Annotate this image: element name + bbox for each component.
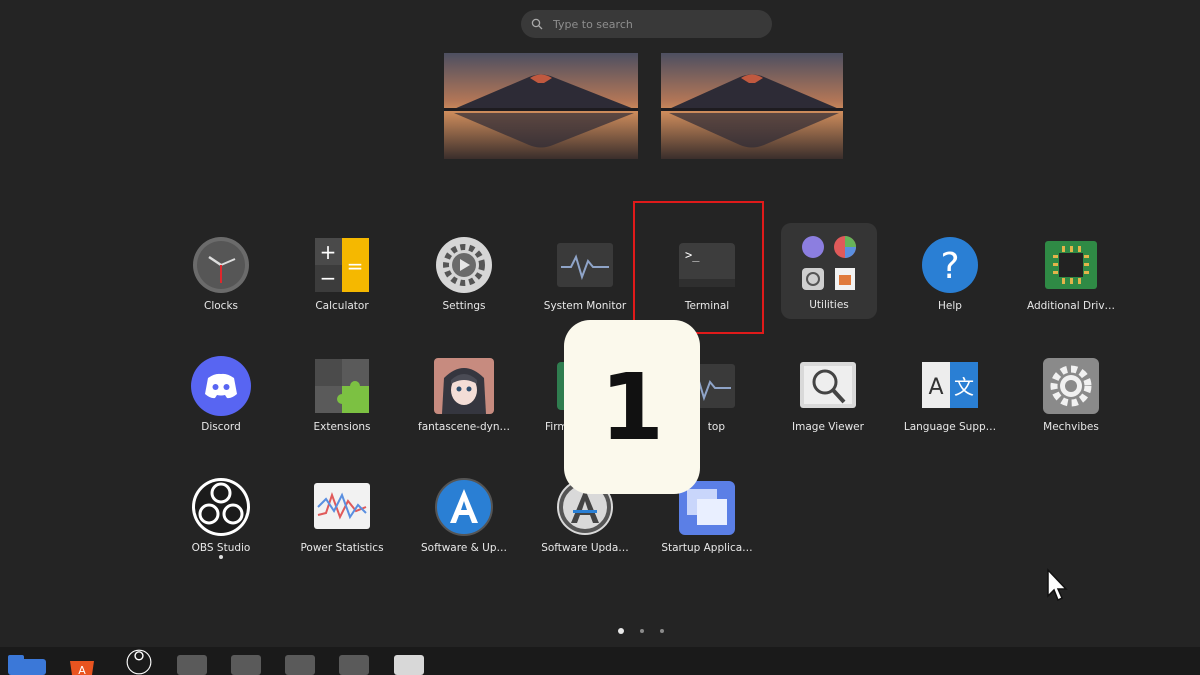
- calculator-icon: + − =: [315, 238, 369, 292]
- workspace-thumbnail-2[interactable]: [661, 53, 843, 159]
- app-calculator[interactable]: + − = Calculator: [282, 224, 402, 324]
- mechvibes-gear-icon: [1043, 358, 1099, 414]
- app-label: Calculator: [315, 300, 369, 312]
- generic-app-icon[interactable]: [177, 655, 207, 675]
- app-extensions[interactable]: Extensions: [282, 345, 402, 445]
- obs-icon[interactable]: [116, 649, 162, 675]
- search-bar[interactable]: [521, 10, 772, 38]
- app-label: Discord: [201, 421, 241, 433]
- app-folder-utilities[interactable]: Utilities: [781, 223, 877, 319]
- app-label: Help: [938, 300, 962, 312]
- step-number-badge: 1: [564, 320, 700, 494]
- app-label: OBS Studio: [191, 542, 251, 554]
- puzzle-icon: [315, 359, 369, 413]
- dock: A: [0, 647, 1200, 675]
- app-label: Startup Applica…: [661, 542, 753, 554]
- clock-icon: [193, 237, 249, 293]
- app-software-updates[interactable]: Software & Up…: [404, 466, 524, 566]
- svg-text:文: 文: [954, 375, 974, 399]
- app-power-statistics[interactable]: Power Statistics: [282, 466, 402, 566]
- generic-app-icon[interactable]: [339, 655, 369, 675]
- generic-app-icon[interactable]: [285, 655, 315, 675]
- app-obs-studio[interactable]: OBS Studio: [161, 466, 281, 566]
- software-sources-icon: [435, 478, 493, 536]
- help-icon: ?: [922, 237, 978, 293]
- app-label: Extensions: [313, 421, 371, 433]
- app-label: Mechvibes: [1043, 421, 1099, 433]
- app-settings[interactable]: Settings: [404, 224, 524, 324]
- language-icon: A 文: [922, 362, 978, 408]
- gear-icon: [436, 237, 492, 293]
- app-center-icon[interactable]: A: [66, 655, 98, 675]
- app-system-monitor[interactable]: System Monitor: [525, 224, 645, 324]
- app-discord[interactable]: Discord: [161, 345, 281, 445]
- page-dot-1[interactable]: [618, 628, 624, 634]
- workspace-thumbnail-1[interactable]: [444, 53, 638, 159]
- app-label: top: [707, 421, 725, 433]
- svg-text:A: A: [928, 375, 943, 400]
- app-label: Additional Driv…: [1026, 300, 1116, 312]
- files-icon[interactable]: [8, 655, 48, 675]
- chip-icon: [1045, 241, 1097, 289]
- app-help[interactable]: ? Help: [890, 224, 1010, 324]
- page-indicator: [618, 628, 664, 634]
- app-additional-drivers[interactable]: Additional Driv…: [1011, 224, 1131, 324]
- search-input[interactable]: [551, 16, 755, 32]
- app-image-viewer[interactable]: Image Viewer: [768, 345, 888, 445]
- svg-text:−: −: [320, 266, 337, 290]
- app-label: Utilities: [809, 299, 849, 311]
- obs-icon: [192, 478, 250, 536]
- page-dot-3[interactable]: [660, 629, 664, 633]
- app-label: Power Statistics: [300, 542, 384, 554]
- generic-app-icon[interactable]: [231, 655, 261, 675]
- system-monitor-icon: [557, 243, 613, 287]
- generic-app-icon[interactable]: [394, 655, 424, 675]
- app-label: Settings: [442, 300, 486, 312]
- image-viewer-icon: [800, 362, 856, 408]
- discord-icon: [191, 356, 251, 416]
- app-mechvibes[interactable]: Mechvibes: [1011, 345, 1131, 445]
- running-indicator: [219, 555, 223, 559]
- app-label: Software & Up…: [421, 542, 507, 554]
- app-label: fantascene-dyn…: [418, 421, 510, 433]
- power-stats-icon: [314, 483, 370, 529]
- app-label: Image Viewer: [792, 421, 864, 433]
- anime-wallpaper-icon: [434, 358, 494, 414]
- page-dot-2[interactable]: [640, 629, 644, 633]
- app-label: Language Supp…: [903, 421, 997, 433]
- mouse-cursor-icon: [1047, 568, 1068, 602]
- svg-text:A: A: [78, 664, 86, 675]
- app-label: Clocks: [204, 300, 238, 312]
- search-icon: [531, 18, 543, 30]
- svg-text:+: +: [320, 240, 337, 264]
- svg-text:?: ?: [940, 246, 959, 287]
- app-clocks[interactable]: Clocks: [161, 224, 281, 324]
- app-language-support[interactable]: A 文 Language Supp…: [890, 345, 1010, 445]
- terminal-highlight-box: [633, 201, 764, 334]
- svg-text:=: =: [347, 254, 364, 278]
- app-fantascene[interactable]: fantascene-dyn…: [404, 345, 524, 445]
- app-label: System Monitor: [543, 300, 627, 312]
- folder-icon: [802, 236, 856, 290]
- app-label: Software Upda…: [541, 542, 629, 554]
